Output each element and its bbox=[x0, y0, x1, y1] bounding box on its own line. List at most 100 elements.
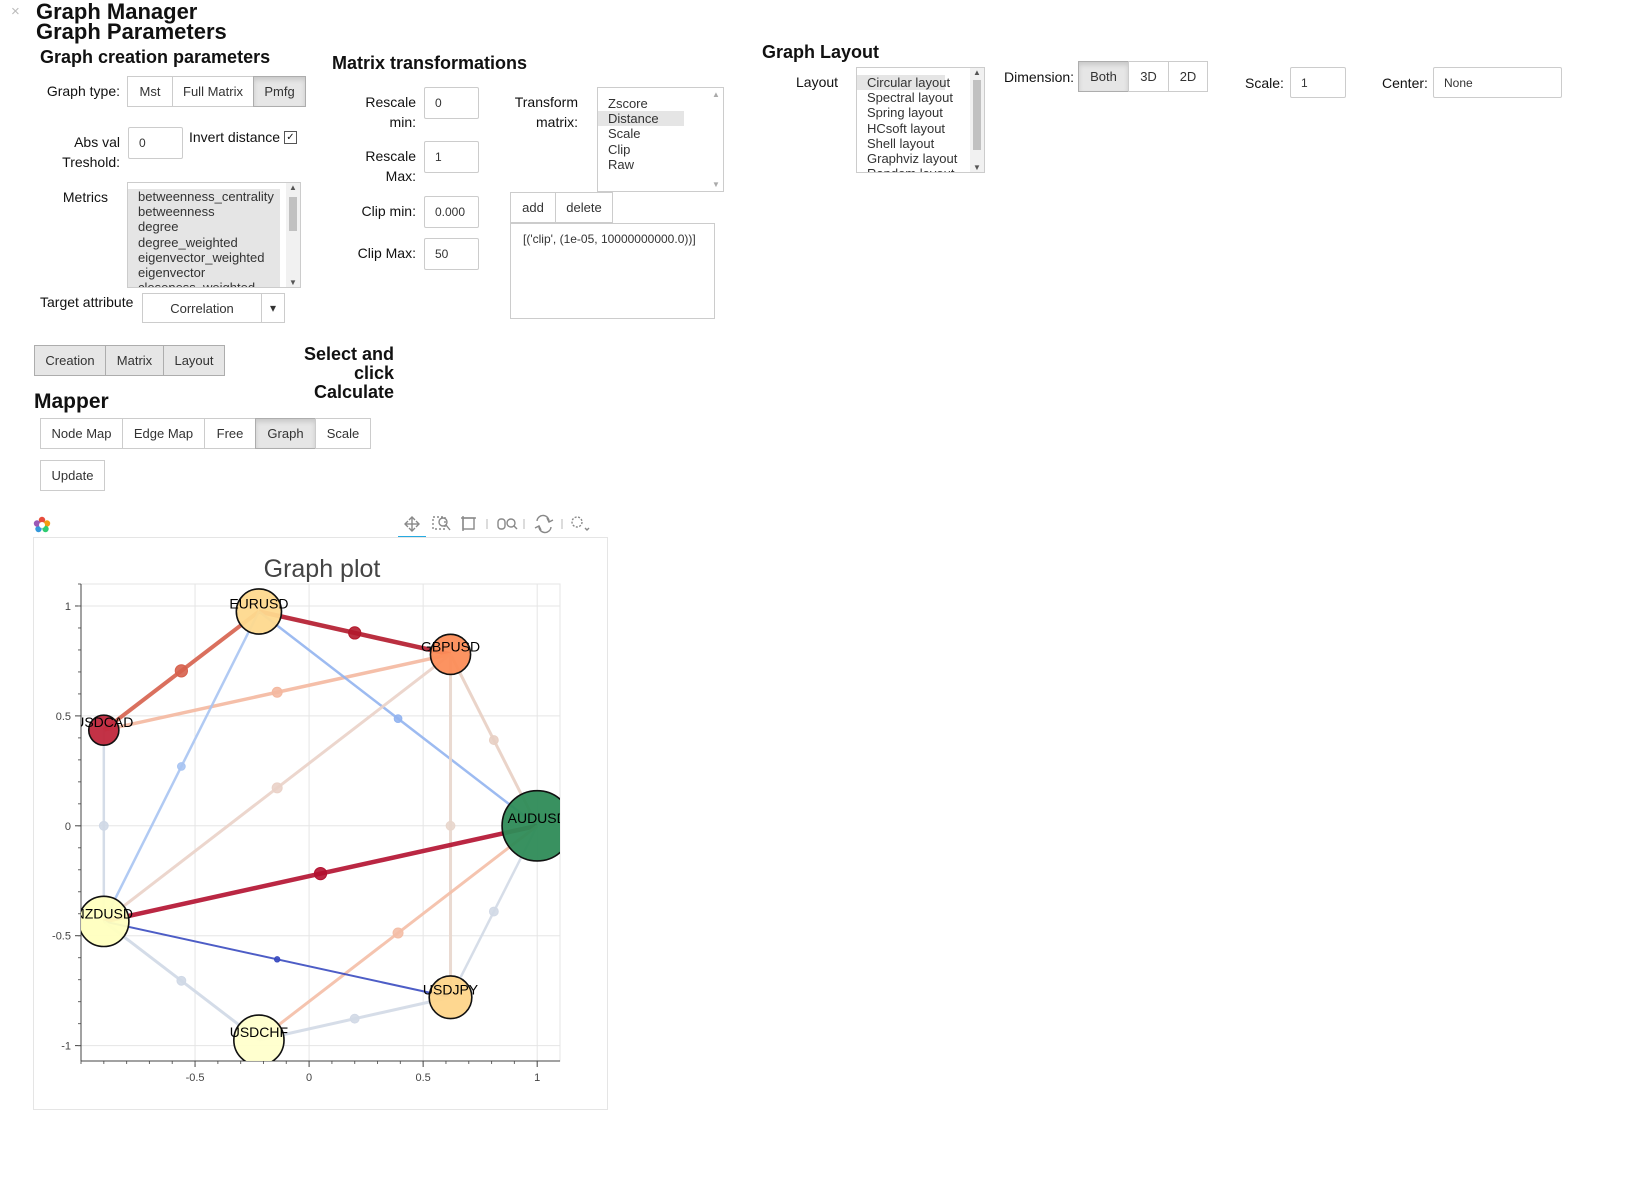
mapper-tab-node-map[interactable]: Node Map bbox=[40, 418, 123, 449]
mapper-tab-free[interactable]: Free bbox=[204, 418, 256, 449]
chart-title: Graph plot bbox=[264, 555, 381, 583]
hover-icon[interactable] bbox=[571, 516, 590, 531]
rescale-max-input[interactable]: 1 bbox=[424, 141, 479, 173]
dimension-button-both[interactable]: Both bbox=[1078, 61, 1129, 92]
x-tick-label: -0.5 bbox=[186, 1072, 205, 1084]
chevron-down-icon[interactable]: ▾ bbox=[261, 293, 285, 323]
layout-option[interactable]: Circular layout bbox=[857, 75, 950, 91]
dimension-label: Dimension: bbox=[1004, 69, 1075, 85]
edge-midpoint[interactable] bbox=[488, 735, 499, 745]
transform-option[interactable]: Zscore bbox=[598, 96, 684, 111]
target-attribute-label: Target attribute bbox=[40, 294, 134, 310]
layout-option[interactable]: Shell layout bbox=[857, 136, 945, 151]
tab-layout[interactable]: Layout bbox=[163, 345, 225, 376]
add-transform-button[interactable]: add bbox=[510, 192, 556, 223]
y-tick-label: 0 bbox=[65, 821, 71, 833]
node-label: AUDUSD bbox=[508, 810, 567, 826]
metric-option[interactable]: betweenness bbox=[128, 204, 280, 220]
metric-option[interactable]: degree_weighted bbox=[128, 234, 280, 250]
node-label: USDJPY bbox=[423, 981, 479, 997]
edge-midpoint[interactable] bbox=[271, 782, 283, 794]
update-button[interactable]: Update bbox=[40, 460, 105, 491]
edge-midpoint[interactable] bbox=[348, 626, 362, 640]
tab-creation[interactable]: Creation bbox=[34, 345, 106, 376]
transform-matrix-label: Transform matrix: bbox=[514, 94, 578, 130]
graph-type-label: Graph type: bbox=[46, 83, 120, 99]
layout-option[interactable]: Spectral layout bbox=[857, 90, 953, 105]
edge-midpoint[interactable] bbox=[393, 714, 403, 723]
node-label: NZDUSD bbox=[75, 905, 133, 921]
graph-type-button-full-matrix[interactable]: Full Matrix bbox=[172, 76, 254, 107]
node-label: USDCHF bbox=[230, 1024, 288, 1040]
edge-midpoint[interactable] bbox=[488, 906, 499, 917]
metrics-multiselect[interactable]: ▲ ▼ betweenness_centrality betweenness degr… bbox=[127, 182, 301, 288]
layout-option[interactable]: Random layout bbox=[857, 166, 954, 172]
graph-plot[interactable]: Graph plot -0.5 0 0.5 1 1 0.5 0 -0.5 -1 EURUSD GB… bbox=[33, 537, 608, 1110]
rescale-min-input[interactable]: 0 bbox=[424, 87, 479, 119]
layout-option[interactable]: Graphviz layout bbox=[857, 151, 957, 166]
metric-option[interactable]: degree bbox=[128, 219, 280, 235]
transform-pipeline-textarea[interactable]: [('clip', (1e-05, 10000000000.0))] bbox=[510, 223, 715, 319]
x-tick-label: 0 bbox=[306, 1072, 312, 1084]
scale-label: Scale: bbox=[1245, 75, 1284, 91]
delete-transform-button[interactable]: delete bbox=[555, 192, 613, 223]
edge-midpoint[interactable] bbox=[176, 975, 187, 986]
edge-midpoint[interactable] bbox=[313, 866, 328, 881]
transform-option[interactable]: Scale bbox=[598, 126, 684, 141]
center-label: Center: bbox=[1382, 75, 1428, 91]
rescale-max-label: Rescale Max: bbox=[365, 148, 416, 184]
center-input[interactable]: None bbox=[1433, 67, 1562, 98]
metric-option[interactable]: closeness_weighted bbox=[128, 280, 280, 287]
calculate-hint: Select and click Calculate bbox=[303, 344, 394, 402]
edge-midpoint[interactable] bbox=[271, 686, 283, 698]
mapper-tab-edge-map[interactable]: Edge Map bbox=[122, 418, 205, 449]
metric-option[interactable]: eigenvector_weighted bbox=[128, 249, 280, 266]
edge-midpoint[interactable] bbox=[349, 1013, 360, 1024]
layout-multiselect[interactable]: ▲ ▼ Circular layout Spectral layout Spring … bbox=[856, 67, 985, 173]
wheel-zoom-icon[interactable] bbox=[497, 518, 518, 530]
dimension-button-2d[interactable]: 2D bbox=[1168, 61, 1208, 92]
metric-option[interactable]: eigenvector bbox=[128, 265, 280, 281]
rescale-min-label: Rescale min: bbox=[365, 94, 416, 130]
abs-val-label: Abs val Treshold: bbox=[62, 134, 120, 170]
edge-midpoint[interactable] bbox=[392, 927, 404, 939]
layout-option[interactable]: HCsoft layout bbox=[857, 121, 945, 136]
transform-option[interactable]: Distance bbox=[598, 111, 684, 127]
box-zoom-icon[interactable] bbox=[461, 516, 476, 531]
abs-val-threshold-input[interactable]: 0 bbox=[128, 127, 183, 159]
y-tick-label: 0.5 bbox=[56, 711, 71, 723]
tab-matrix[interactable]: Matrix bbox=[105, 345, 164, 376]
transform-multiselect[interactable]: ▲ ▼ Zscore Distance Scale Clip Raw bbox=[597, 87, 724, 192]
mapper-tab-graph[interactable]: Graph bbox=[255, 418, 316, 449]
reset-icon[interactable] bbox=[534, 514, 554, 534]
transform-option[interactable]: Clip bbox=[598, 142, 684, 157]
target-attribute-select[interactable]: Correlation bbox=[142, 293, 262, 323]
graph-type-button-pmfg[interactable]: Pmfg bbox=[253, 76, 306, 107]
edge-midpoint[interactable] bbox=[273, 956, 281, 963]
edge-midpoint[interactable] bbox=[445, 820, 456, 831]
x-tick-label: 1 bbox=[534, 1072, 540, 1084]
clip-min-input[interactable]: 0.000 bbox=[424, 196, 479, 228]
metric-option[interactable]: betweenness_centrality bbox=[128, 189, 280, 205]
layout-label: Layout bbox=[796, 74, 839, 90]
clip-max-input[interactable]: 50 bbox=[424, 238, 479, 270]
y-tick-label: -0.5 bbox=[52, 931, 71, 943]
edge-midpoint[interactable] bbox=[177, 762, 186, 771]
scale-input[interactable]: 1 bbox=[1290, 67, 1346, 98]
layout-heading: Graph Layout bbox=[762, 42, 880, 62]
zoom-icon[interactable] bbox=[432, 516, 451, 531]
bokeh-logo-icon[interactable] bbox=[33, 516, 51, 534]
x-tick-label: 0.5 bbox=[415, 1072, 430, 1084]
dimension-button-3d[interactable]: 3D bbox=[1128, 61, 1169, 92]
invert-distance-checkbox[interactable]: ✓ bbox=[284, 131, 297, 144]
layout-option[interactable]: Spring layout bbox=[857, 105, 945, 120]
graph-type-button-mst[interactable]: Mst bbox=[127, 76, 173, 107]
edge-midpoint[interactable] bbox=[98, 820, 109, 831]
close-icon[interactable]: × bbox=[11, 3, 20, 20]
creation-heading: Graph creation parameters bbox=[40, 47, 271, 67]
pan-icon[interactable] bbox=[404, 516, 420, 532]
mapper-tab-scale[interactable]: Scale bbox=[315, 418, 371, 449]
transform-option[interactable]: Raw bbox=[598, 157, 684, 172]
plot-toolbar bbox=[398, 512, 608, 538]
edge-midpoint[interactable] bbox=[174, 664, 188, 678]
